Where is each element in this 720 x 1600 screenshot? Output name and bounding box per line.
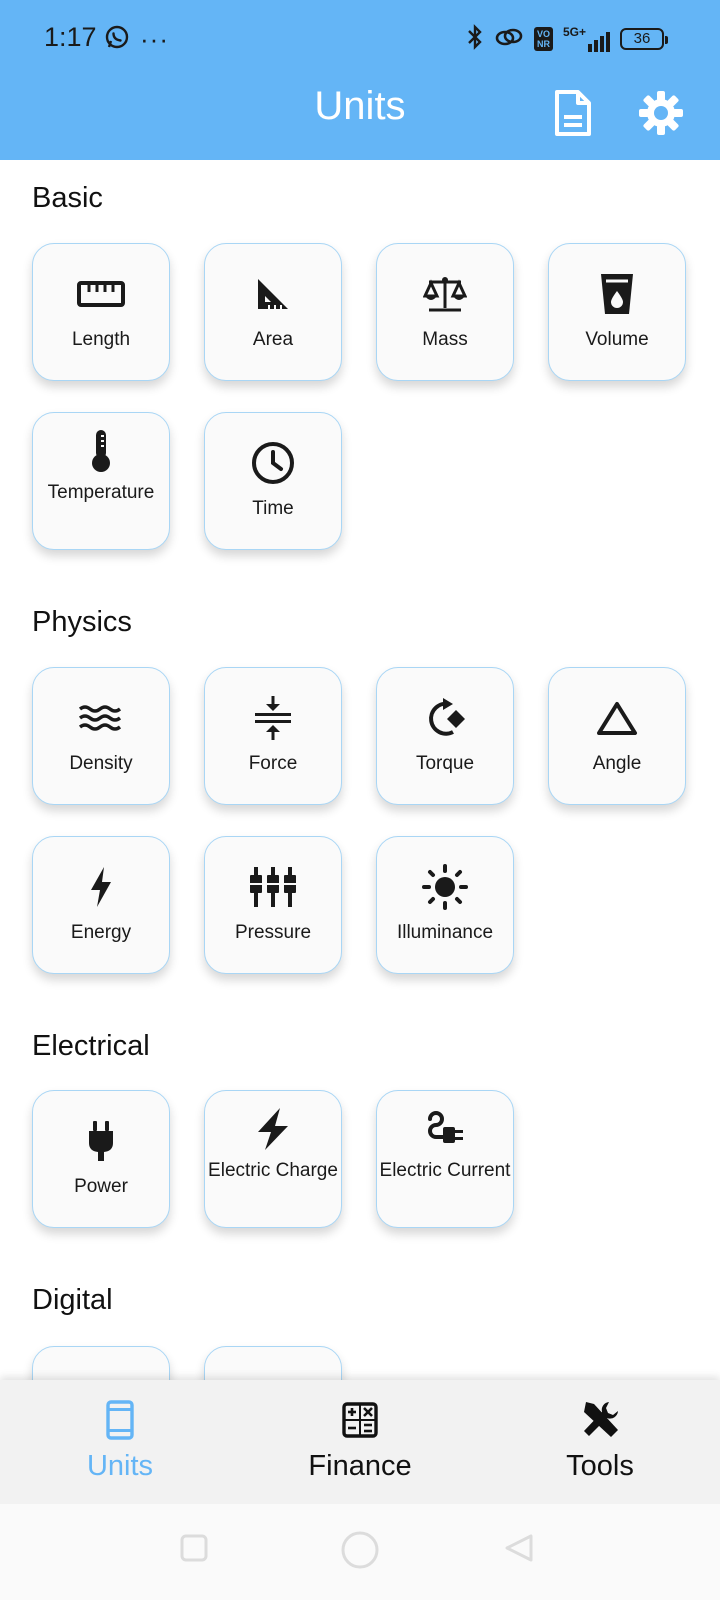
- waves-icon: [78, 696, 124, 740]
- unit-tile-density[interactable]: Density: [32, 667, 170, 805]
- unit-tile-electric-charge[interactable]: Electric Charge: [204, 1090, 342, 1228]
- plug-icon: [86, 1119, 116, 1163]
- nav-tab-label: Tools: [566, 1450, 634, 1482]
- unit-tile-partial[interactable]: [32, 1346, 170, 1380]
- tile-label: Force: [248, 753, 298, 774]
- unit-tile-angle[interactable]: Angle: [548, 667, 686, 805]
- clock-icon: [251, 441, 295, 485]
- section-title-basic: Basic: [32, 182, 103, 214]
- tile-label: Angle: [592, 753, 642, 774]
- tile-label: Torque: [415, 753, 475, 774]
- signal-icon: 5G+: [563, 26, 610, 52]
- volte-badge: VO NR: [533, 27, 553, 51]
- whatsapp-icon: [104, 24, 130, 55]
- ruler-icon: [77, 272, 125, 316]
- unit-tile-volume[interactable]: Volume: [548, 243, 686, 381]
- tile-label: Area: [252, 329, 294, 350]
- flash-icon: [254, 1107, 292, 1151]
- tile-label: Power: [74, 1176, 128, 1197]
- section-title-digital: Digital: [32, 1284, 113, 1316]
- pistons-icon: [248, 865, 298, 909]
- cable-icon: [424, 1107, 466, 1151]
- gear-icon: [637, 89, 685, 142]
- unit-tile-electric-current[interactable]: Electric Current: [376, 1090, 514, 1228]
- unit-tile-area[interactable]: Area: [204, 243, 342, 381]
- settings-button[interactable]: [636, 88, 686, 142]
- nav-tab-label: Finance: [308, 1450, 412, 1482]
- more-notifications-icon: ···: [140, 24, 169, 54]
- nav-tab-units[interactable]: Units: [0, 1380, 240, 1504]
- tile-label: Energy: [70, 922, 132, 943]
- status-bar: 1:17 ··· VO NR 5G+ 36: [0, 0, 720, 78]
- unit-tile-power[interactable]: Power: [32, 1090, 170, 1228]
- triangle-icon: [595, 696, 639, 740]
- system-navigation-bar: [0, 1504, 720, 1600]
- bluetooth-icon: [466, 23, 484, 56]
- tile-label: Time: [252, 498, 294, 519]
- page-title: Units: [314, 84, 406, 128]
- status-time: 1:17: [44, 22, 97, 52]
- compress-icon: [253, 696, 293, 740]
- unit-tile-torque[interactable]: Torque: [376, 667, 514, 805]
- tools-icon: [580, 1400, 620, 1440]
- phone-icon: [106, 1400, 134, 1440]
- tile-label: Density: [69, 753, 133, 774]
- home-button[interactable]: [340, 1530, 380, 1575]
- document-icon: [554, 89, 592, 142]
- document-button[interactable]: [548, 88, 598, 142]
- nav-tab-finance[interactable]: Finance: [240, 1380, 480, 1504]
- cup-icon: [599, 272, 635, 316]
- unit-tile-pressure[interactable]: Pressure: [204, 836, 342, 974]
- back-button[interactable]: [505, 1534, 533, 1567]
- sun-icon: [421, 864, 469, 910]
- set-square-icon: [255, 272, 291, 316]
- tile-label: Volume: [585, 329, 649, 350]
- recents-button[interactable]: [180, 1534, 208, 1567]
- battery-indicator: 36: [620, 28, 668, 50]
- tile-label: Length: [71, 329, 131, 350]
- section-title-electrical: Electrical: [32, 1030, 150, 1062]
- section-title-physics: Physics: [32, 606, 132, 638]
- units-list[interactable]: Basic Length Area Mass Volume Temperatur…: [0, 160, 720, 1380]
- unit-tile-illuminance[interactable]: Illuminance: [376, 836, 514, 974]
- unit-tile-energy[interactable]: Energy: [32, 836, 170, 974]
- unit-tile-force[interactable]: Force: [204, 667, 342, 805]
- tile-label: Electric Charge: [208, 1160, 338, 1181]
- tile-label: Pressure: [234, 922, 312, 943]
- unit-tile-mass[interactable]: Mass: [376, 243, 514, 381]
- calculator-icon: [342, 1400, 378, 1440]
- scale-icon: [423, 272, 467, 316]
- nav-tab-tools[interactable]: Tools: [480, 1380, 720, 1504]
- bottom-navigation: Units Finance Tools: [0, 1380, 720, 1504]
- app-header: 1:17 ··· VO NR 5G+ 36 Units: [0, 0, 720, 160]
- tile-label: Electric Current: [379, 1160, 511, 1181]
- unit-tile-time[interactable]: Time: [204, 412, 342, 550]
- link-icon: [494, 25, 524, 54]
- tile-label: Temperature: [47, 482, 155, 503]
- tile-label: Illuminance: [396, 922, 494, 943]
- thermometer-icon: [89, 429, 113, 473]
- bolt-icon: [88, 865, 114, 909]
- unit-tile-partial[interactable]: [204, 1346, 342, 1380]
- rotate-icon: [423, 696, 467, 740]
- network-type: 5G+: [562, 25, 586, 39]
- nav-tab-label: Units: [86, 1450, 154, 1482]
- unit-tile-temperature[interactable]: Temperature: [32, 412, 170, 550]
- unit-tile-length[interactable]: Length: [32, 243, 170, 381]
- tile-label: Mass: [422, 329, 468, 350]
